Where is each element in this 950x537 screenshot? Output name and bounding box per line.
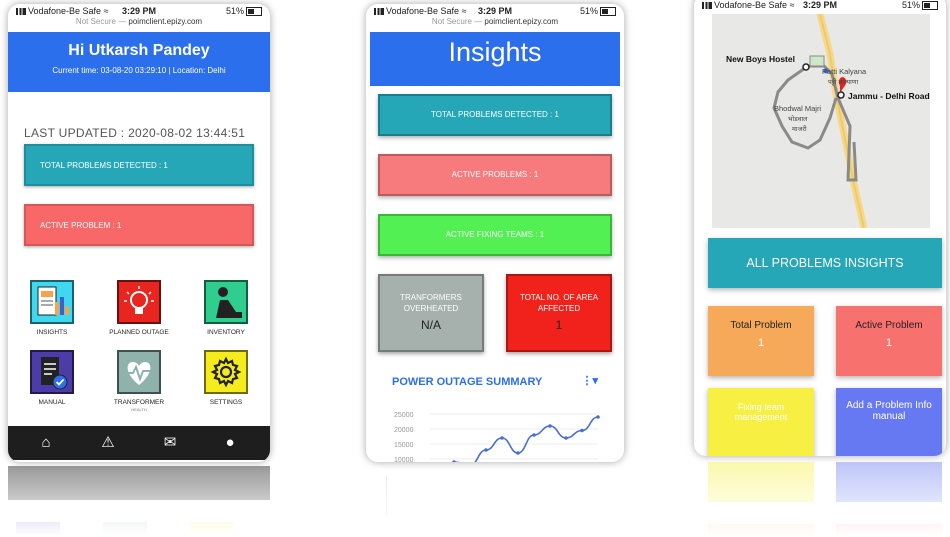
- active-fixing-teams-card[interactable]: ACTIVE FIXING TEAMS : 1: [378, 214, 612, 256]
- data-point: [564, 436, 568, 440]
- home-icon[interactable]: ⌂: [36, 434, 56, 452]
- alert-icon[interactable]: ⚠: [98, 434, 118, 452]
- add-reflection: [836, 462, 942, 502]
- data-point: [596, 415, 600, 419]
- map-label-road: Jammu - Delhi Road: [848, 91, 930, 101]
- add-problem-tile[interactable]: Add a Problem Info manual: [836, 388, 942, 456]
- grid-item-manual[interactable]: MANUAL: [12, 350, 92, 406]
- data-point: [532, 433, 536, 437]
- total-reflection: [708, 524, 814, 536]
- map-label-bhodwal: Bhodwal Majri: [774, 104, 822, 113]
- settings-reflection: [190, 522, 234, 534]
- status-bar: Vodafone-Be Safe ≈ 3:29 PM 51% Not Secur…: [366, 4, 624, 28]
- map-roads: [712, 14, 930, 228]
- worker-icon: [204, 280, 248, 324]
- grid-item-settings[interactable]: SETTINGS: [186, 350, 266, 406]
- battery-icon: [246, 7, 262, 17]
- data-point: [516, 451, 520, 455]
- map-label-patti-hindi: पट्टी कल्याणा: [828, 79, 859, 86]
- total-problems-card[interactable]: TOTAL PROBLEMS DETECTED : 1: [24, 144, 254, 186]
- phone2-reflection: [366, 466, 624, 537]
- series-line: [454, 416, 599, 462]
- grid-item-insights[interactable]: INSIGHTS: [12, 280, 92, 336]
- carrier: Vodafone-Be Safe ≈: [16, 6, 109, 16]
- greeting: Hi Utkarsh Pandey: [68, 42, 210, 59]
- phone-home-screen: Vodafone-Be Safe ≈ 3:29 PM 51% Not Secur…: [8, 4, 270, 462]
- battery: 51%: [226, 6, 262, 17]
- heartbeat-icon: [117, 350, 161, 394]
- y-tick-label: 15000: [394, 442, 414, 449]
- status-bar: Vodafone-Be Safe ≈ 3:29 PM 51% Not Secur…: [8, 4, 270, 28]
- clock: 3:29 PM: [802, 0, 838, 10]
- active-problems-card[interactable]: ACTIVE PROBLEMS : 1: [378, 154, 612, 196]
- phone-insights-screen: Vodafone-Be Safe ≈ 3:29 PM 51% Not Secur…: [366, 4, 624, 462]
- map-view[interactable]: New Boys Hostel Patti Kalyana पट्टी कल्य…: [712, 14, 930, 228]
- wifi-icon: ≈: [103, 6, 109, 16]
- clock: 3:29 PM: [121, 6, 157, 16]
- wifi-icon: ≈: [789, 0, 795, 10]
- signal-icon: [16, 8, 26, 16]
- nav-reflection: [8, 466, 270, 500]
- battery-icon: [600, 7, 616, 17]
- bottom-nav: ⌂ ⚠ ✉ ●: [8, 426, 270, 460]
- mail-icon[interactable]: ✉: [160, 434, 180, 452]
- total-problems-label: TOTAL PROBLEMS DETECTED : 1: [40, 161, 168, 170]
- active-problem-label: ACTIVE PROBLEM : 1: [40, 221, 122, 230]
- total-problems-card[interactable]: TOTAL PROBLEMS DETECTED : 1: [378, 94, 612, 136]
- phone-map-screen: Vodafone-Be Safe ≈ 3:29 PM 51% New Boys …: [694, 0, 946, 456]
- grid-item-inventory[interactable]: INVENTORY: [186, 280, 266, 336]
- map-label-bhodwal-hindi-2: माजरी: [792, 126, 807, 133]
- welcome-header: Hi Utkarsh Pandey Current time: 03-08-20…: [8, 32, 270, 92]
- signal-icon: [374, 8, 384, 16]
- areas-affected-card[interactable]: TOTAL NO. OF AREA AFFECTED 1: [506, 274, 612, 352]
- outage-chart: 25000 20000 15000 10000: [394, 412, 600, 462]
- grid-item-transformer[interactable]: TRANSFORMER HEALTH: [99, 350, 179, 412]
- all-problems-insights-button[interactable]: ALL PROBLEMS INSIGHTS: [708, 238, 942, 288]
- active-problem-card[interactable]: ACTIVE PROBLEM : 1: [24, 204, 254, 246]
- phone3-reflection: [694, 458, 946, 537]
- y-tick-label: 20000: [394, 427, 414, 434]
- transformers-overheated-card[interactable]: TRANFORMERS OVERHEATED N/A: [378, 274, 484, 352]
- y-tick-label: 10000: [394, 457, 414, 462]
- last-updated: LAST UPDATED : 2020-08-02 13:44:51: [24, 126, 246, 140]
- transformer-reflection: [103, 522, 147, 534]
- data-point: [548, 424, 552, 428]
- manual-book-icon: [30, 350, 74, 394]
- data-point: [452, 460, 456, 462]
- active-reflection: [836, 524, 942, 536]
- map-label-patti: Patti Kalyana: [822, 67, 867, 76]
- grid-item-planned-outage[interactable]: PLANNED OUTAGE: [99, 280, 179, 336]
- fixing-team-management-tile[interactable]: Fixing team management: [708, 388, 814, 456]
- insights-chart-icon: [30, 280, 74, 324]
- battery-icon: [922, 1, 938, 11]
- manual-reflection: [16, 522, 60, 534]
- phone1-reflection: [8, 466, 270, 537]
- signal-icon: [702, 2, 712, 10]
- y-tick-label: 25000: [394, 412, 414, 419]
- gear-icon: [204, 350, 248, 394]
- power-outage-summary: POWER OUTAGE SUMMARY ⋮▾ 25000 20000 15000 1…: [378, 362, 612, 462]
- fixing-reflection: [708, 462, 814, 502]
- bulb-icon: [117, 280, 161, 324]
- time-location: Current time: 03-08-20 03:29:10 | Locati…: [52, 66, 226, 75]
- url-bar[interactable]: Not Secure — poimclient.epizy.com: [8, 17, 270, 26]
- data-point: [484, 448, 488, 452]
- url-bar[interactable]: Not Secure — poimclient.epizy.com: [366, 17, 624, 26]
- map-label-bhodwal-hindi-1: भोडवाल: [788, 116, 808, 123]
- clock: 3:29 PM: [477, 6, 513, 16]
- wifi-icon: ≈: [461, 6, 467, 16]
- map-label-hostel: New Boys Hostel: [726, 54, 795, 64]
- chart-reflection: [386, 476, 447, 516]
- active-problem-tile[interactable]: Active Problem 1: [836, 306, 942, 376]
- user-icon[interactable]: ●: [220, 434, 240, 452]
- total-problem-tile[interactable]: Total Problem 1: [708, 306, 814, 376]
- page-title: Insights: [370, 32, 620, 86]
- data-point: [500, 436, 504, 440]
- status-bar: Vodafone-Be Safe ≈ 3:29 PM 51%: [694, 0, 946, 12]
- data-point: [580, 428, 584, 433]
